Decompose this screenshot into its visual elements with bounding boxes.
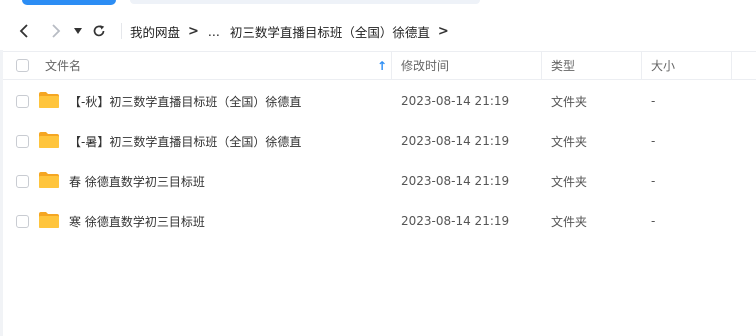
refresh-icon — [93, 25, 105, 37]
column-divider[interactable] — [731, 52, 732, 79]
breadcrumb-ellipsis[interactable]: ... — [208, 24, 220, 39]
select-all-checkbox[interactable] — [16, 52, 29, 79]
column-header-type[interactable]: 类型 — [551, 52, 575, 79]
file-row[interactable]: 春 徐德直数学初三目标班 2023-08-14 21:19 文件夹 - — [3, 161, 756, 201]
column-divider[interactable] — [641, 52, 642, 79]
column-header-modified[interactable]: 修改时间 — [401, 52, 449, 79]
back-button[interactable] — [14, 20, 36, 42]
file-size: - — [651, 174, 656, 188]
breadcrumb: 我的网盘 > ... 初三数学直播目标班（全国）徐德直 > — [130, 16, 458, 46]
row-checkbox[interactable] — [16, 121, 29, 161]
file-type: 文件夹 — [551, 134, 588, 149]
history-dropdown-button[interactable] — [70, 20, 86, 42]
back-icon — [19, 24, 28, 38]
checkbox-box[interactable] — [16, 134, 29, 148]
breadcrumb-chevron-icon: > — [188, 23, 199, 39]
row-checkbox[interactable] — [16, 81, 29, 121]
column-divider[interactable] — [391, 52, 392, 79]
file-type: 文件夹 — [551, 174, 588, 189]
file-type: 文件夹 — [551, 214, 588, 229]
file-row[interactable]: 【-秋】初三数学直播目标班（全国）徐德直 2023-08-14 21:19 文件… — [3, 81, 756, 121]
column-divider[interactable] — [541, 52, 542, 79]
file-name[interactable]: 春 徐德直数学初三目标班 — [69, 161, 205, 201]
breadcrumb-chevron-icon: > — [437, 23, 449, 39]
checkbox-box[interactable] — [16, 214, 29, 228]
file-modified: 2023-08-14 21:19 — [401, 94, 510, 108]
row-checkbox[interactable] — [16, 201, 29, 241]
history-dropdown-icon — [74, 28, 82, 34]
file-name[interactable]: 【-秋】初三数学直播目标班（全国）徐德直 — [69, 81, 301, 121]
navigation-toolbar: 我的网盘 > ... 初三数学直播目标班（全国）徐德直 > — [0, 16, 756, 46]
folder-icon — [39, 92, 59, 108]
file-list-header: 文件名 ↑ 修改时间 类型 大小 — [3, 51, 756, 80]
file-size: - — [651, 214, 656, 228]
checkbox-box[interactable] — [16, 174, 29, 188]
checkbox-box[interactable] — [16, 59, 29, 72]
refresh-button[interactable] — [88, 20, 110, 42]
forward-icon — [52, 24, 61, 38]
breadcrumb-current: 初三数学直播目标班（全国）徐德直 — [229, 24, 430, 40]
file-name[interactable]: 寒 徐德直数学初三目标班 — [69, 201, 205, 241]
file-row[interactable]: 寒 徐德直数学初三目标班 2023-08-14 21:19 文件夹 - — [3, 201, 756, 241]
toolbar-divider — [121, 23, 122, 39]
folder-icon — [39, 172, 59, 188]
folder-icon — [39, 212, 59, 228]
search-bar-edge[interactable] — [130, 0, 480, 4]
folder-icon — [39, 132, 59, 148]
checkbox-box[interactable] — [16, 94, 29, 108]
forward-button[interactable] — [44, 20, 66, 42]
file-modified: 2023-08-14 21:19 — [401, 214, 510, 228]
breadcrumb-root[interactable]: 我的网盘 — [130, 22, 180, 41]
file-size: - — [651, 134, 656, 148]
file-name[interactable]: 【-暑】初三数学直播目标班（全国）徐德直 — [69, 121, 301, 161]
file-modified: 2023-08-14 21:19 — [401, 174, 510, 188]
column-header-name[interactable]: 文件名 — [45, 52, 81, 79]
upload-button-edge[interactable] — [22, 0, 116, 5]
file-row[interactable]: 【-暑】初三数学直播目标班（全国）徐德直 2023-08-14 21:19 文件… — [3, 121, 756, 161]
column-header-size[interactable]: 大小 — [651, 52, 675, 79]
file-size: - — [651, 94, 656, 108]
row-checkbox[interactable] — [16, 161, 29, 201]
file-type: 文件夹 — [551, 94, 588, 109]
sort-arrow-icon[interactable]: ↑ — [377, 52, 387, 79]
file-modified: 2023-08-14 21:19 — [401, 134, 510, 148]
